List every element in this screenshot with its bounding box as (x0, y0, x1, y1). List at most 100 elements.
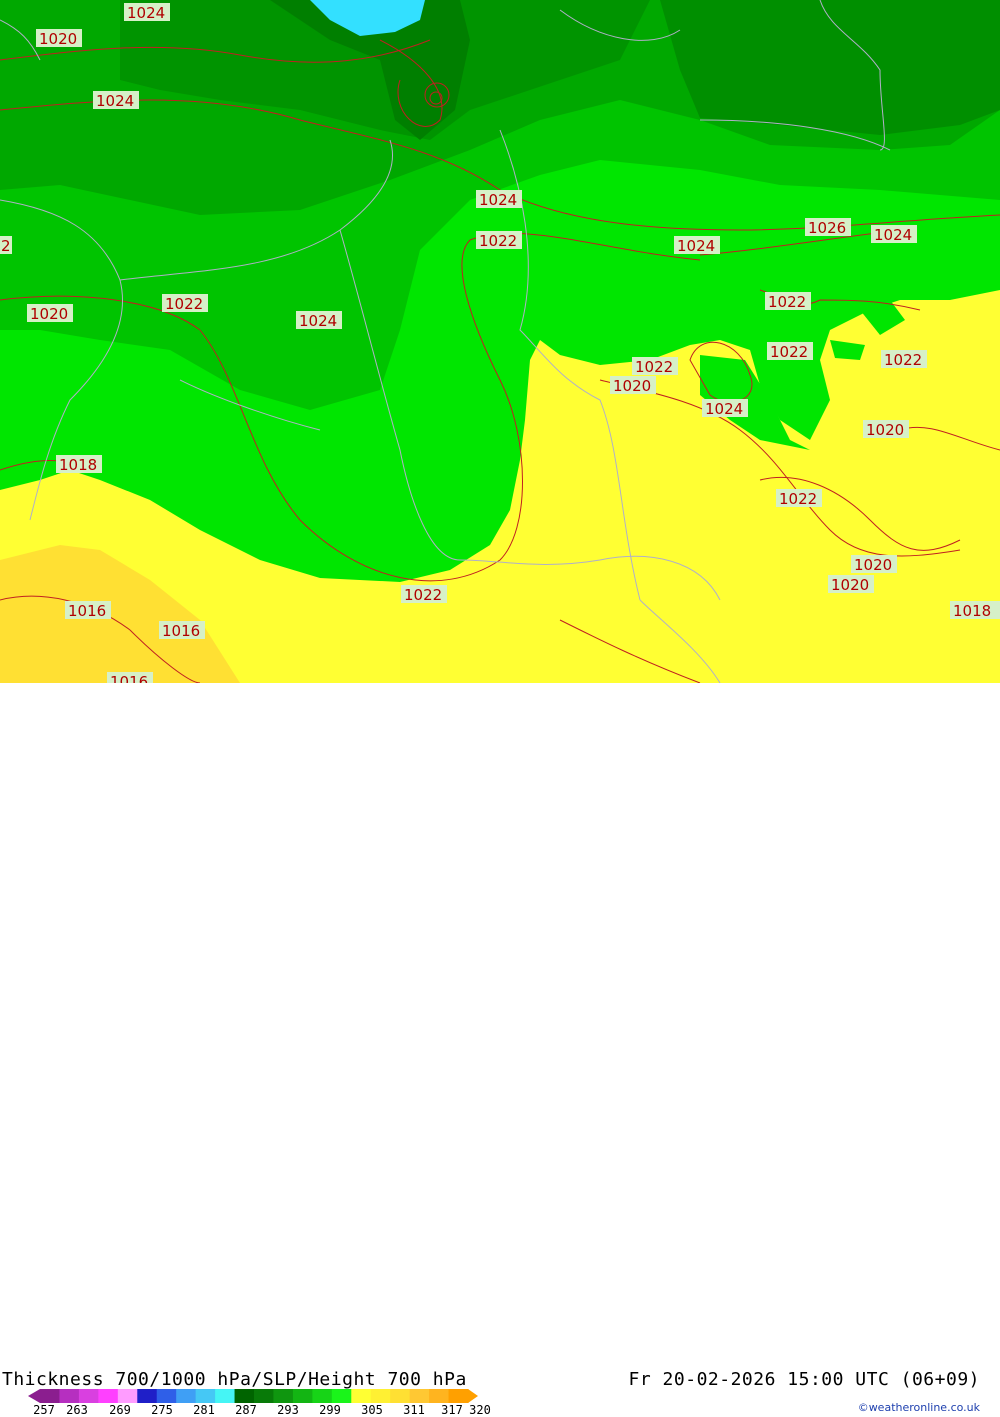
legend-tick-label: 317 (441, 1403, 463, 1417)
field-darkest-green (660, 0, 1000, 135)
isobar-label: 2 (0, 236, 12, 255)
isobar-label: 1024 (871, 225, 917, 244)
svg-text:1018: 1018 (953, 602, 991, 620)
isobar-label: 1024 (124, 3, 170, 22)
isobar-label: 1016 (107, 672, 153, 683)
legend-tick-label: 263 (66, 1403, 88, 1417)
isobar-label: 1018 (56, 455, 102, 474)
legend-tick-label: 305 (361, 1403, 383, 1417)
legend-arrow-left (28, 1389, 40, 1403)
isobar-label: 1022 (776, 489, 822, 508)
legend-swatch (292, 1389, 313, 1403)
legend-swatch (78, 1389, 99, 1403)
svg-text:1022: 1022 (479, 232, 517, 250)
svg-text:1020: 1020 (854, 556, 892, 574)
legend-swatch (195, 1389, 216, 1403)
legend-arrow-right (468, 1389, 478, 1403)
legend-swatch (215, 1389, 236, 1403)
svg-text:1016: 1016 (162, 622, 200, 640)
legend-swatch (312, 1389, 333, 1403)
legend-swatch (390, 1389, 411, 1403)
legend-tick-label: 311 (403, 1403, 425, 1417)
isobar-label: 1024 (296, 311, 342, 330)
svg-text:1024: 1024 (874, 226, 912, 244)
legend-swatch (176, 1389, 197, 1403)
svg-text:1020: 1020 (30, 305, 68, 323)
isobar-label: 1020 (828, 575, 874, 594)
svg-text:2: 2 (1, 237, 11, 255)
legend-tick-label: 257 (33, 1403, 55, 1417)
legend-swatch (254, 1389, 274, 1403)
legend-swatch (331, 1389, 352, 1403)
legend-swatch (429, 1389, 450, 1403)
isobar-label: 1024 (674, 236, 720, 255)
svg-text:1022: 1022 (635, 358, 673, 376)
svg-text:1024: 1024 (677, 237, 715, 255)
isobar-label: 1024 (702, 399, 748, 418)
isobar-label: 1018 (950, 601, 1000, 620)
svg-text:1022: 1022 (165, 295, 203, 313)
legend-tick-label: 275 (151, 1403, 173, 1417)
isobar-label: 1026 (805, 218, 851, 237)
svg-text:1022: 1022 (884, 351, 922, 369)
svg-text:1020: 1020 (39, 30, 77, 48)
map-title: Thickness 700/1000 hPa/SLP/Height 700 hP… (2, 1369, 467, 1390)
legend-swatch (370, 1389, 391, 1403)
svg-text:1022: 1022 (779, 490, 817, 508)
isobar-label: 1022 (632, 357, 678, 376)
svg-text:1022: 1022 (404, 586, 442, 604)
legend-swatch (59, 1389, 80, 1403)
legend-swatch (40, 1389, 60, 1403)
legend-swatch (351, 1389, 372, 1403)
map-footer: Thickness 700/1000 hPa/SLP/Height 700 hP… (0, 683, 1000, 1417)
isobar-label: 1020 (863, 420, 909, 439)
weather-map: 1024 1020 1024 2 1020 1022 1024 1024 102… (0, 0, 1000, 683)
legend-swatch (409, 1389, 430, 1403)
svg-text:1022: 1022 (770, 343, 808, 361)
svg-text:1020: 1020 (866, 421, 904, 439)
svg-text:1024: 1024 (479, 191, 517, 209)
legend-tick-label: 293 (277, 1403, 299, 1417)
svg-text:1024: 1024 (127, 4, 165, 22)
isobar-label: 1016 (159, 621, 205, 640)
isobar-label: 1022 (476, 231, 522, 250)
svg-text:1018: 1018 (59, 456, 97, 474)
svg-text:1024: 1024 (299, 312, 337, 330)
svg-text:1020: 1020 (613, 377, 651, 395)
svg-text:1020: 1020 (831, 576, 869, 594)
svg-text:1022: 1022 (768, 293, 806, 311)
legend-swatch (137, 1389, 158, 1403)
isobar-label: 1020 (851, 555, 897, 574)
isobar-label: 1024 (476, 190, 522, 209)
svg-text:1026: 1026 (808, 219, 846, 237)
legend-swatch (273, 1389, 294, 1403)
legend-swatch (448, 1389, 469, 1403)
svg-text:1016: 1016 (110, 673, 148, 683)
svg-text:1024: 1024 (96, 92, 134, 110)
legend-tick-label: 299 (319, 1403, 341, 1417)
legend-swatch (234, 1389, 255, 1403)
credit-link[interactable]: ©weatheronline.co.uk (858, 1401, 980, 1414)
isobar-label: 1020 (36, 29, 82, 48)
legend-tick-label: 320 (469, 1403, 491, 1417)
legend-tick-label: 287 (235, 1403, 257, 1417)
valid-time: Fr 20-02-2026 15:00 UTC (06+09) (628, 1369, 980, 1390)
isobar-label: 1022 (767, 342, 813, 361)
isobar-label: 1022 (401, 585, 447, 604)
isobar-label: 1022 (765, 292, 811, 311)
legend-swatch (117, 1389, 138, 1403)
svg-text:1024: 1024 (705, 400, 743, 418)
isobar-label: 1022 (881, 350, 927, 369)
isobar-label: 1022 (162, 294, 208, 313)
svg-text:1016: 1016 (68, 602, 106, 620)
legend-tick-label: 281 (193, 1403, 215, 1417)
isobar-label: 1016 (65, 601, 111, 620)
legend-tick-label: 269 (109, 1403, 131, 1417)
legend-swatch (98, 1389, 119, 1403)
isobar-label: 1020 (27, 304, 73, 323)
color-legend (28, 1389, 478, 1403)
legend-swatch (156, 1389, 177, 1403)
isobar-label: 1020 (610, 376, 656, 395)
isobar-label: 1024 (93, 91, 139, 110)
legend-ticks: 257 263 269 275 281 287 293 299 305 311 317 320 (0, 1403, 520, 1417)
